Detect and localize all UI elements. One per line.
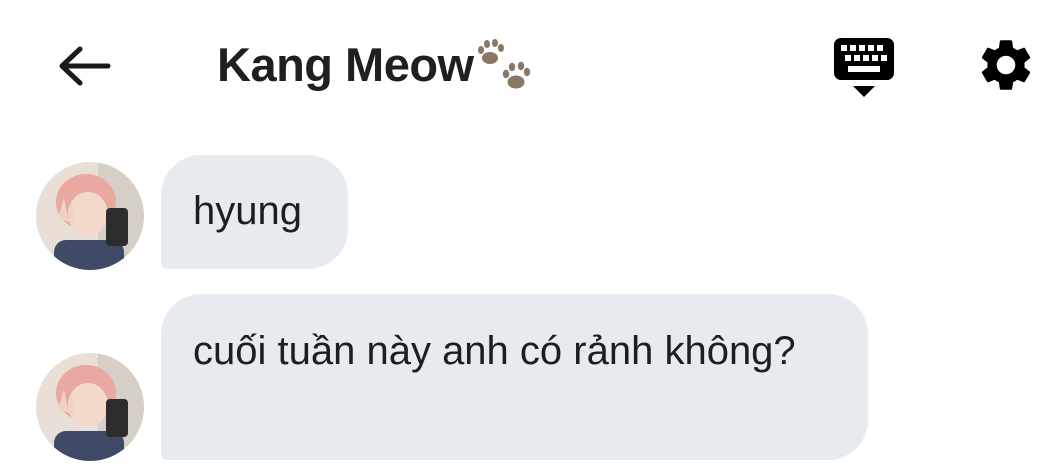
- keyboard-button[interactable]: [832, 36, 896, 100]
- avatar-photo: [36, 162, 144, 270]
- settings-button[interactable]: [975, 34, 1037, 96]
- paw-prints-icon: [477, 39, 530, 89]
- chat-header: Kang Meow: [0, 0, 1059, 130]
- avatar-photo: [36, 353, 144, 461]
- message-text: hyung: [193, 189, 302, 233]
- message-bubble[interactable]: hyung: [161, 155, 348, 269]
- avatar[interactable]: [36, 353, 144, 461]
- gear-icon: [981, 40, 1031, 90]
- contact-name: Kang Meow: [217, 37, 474, 91]
- avatar[interactable]: [36, 162, 144, 270]
- message-text: cuối tuần này anh có rảnh không?: [193, 329, 796, 373]
- back-button[interactable]: [56, 44, 112, 88]
- arrow-left-icon: [59, 46, 111, 86]
- keyboard-icon: [834, 38, 894, 97]
- chat-title[interactable]: Kang Meow: [217, 34, 540, 94]
- message-bubble[interactable]: cuối tuần này anh có rảnh không?: [161, 294, 868, 460]
